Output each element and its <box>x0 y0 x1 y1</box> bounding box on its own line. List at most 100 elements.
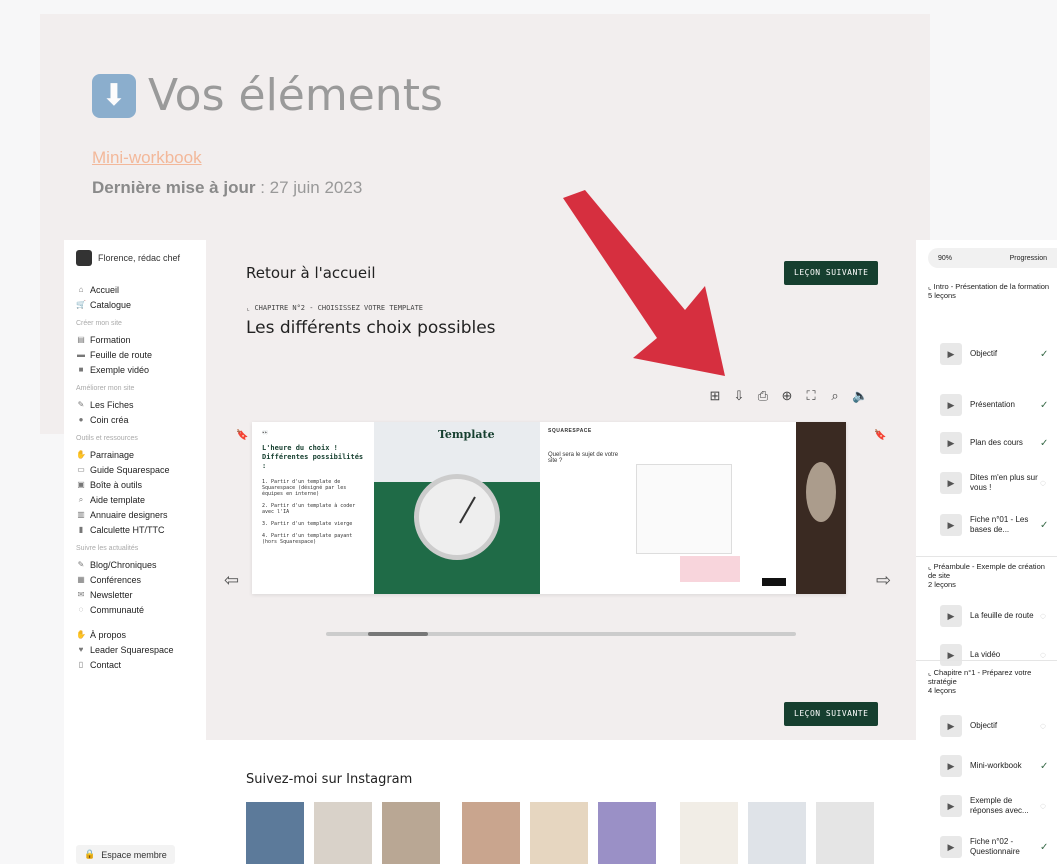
clock-image <box>414 474 500 560</box>
check-icon: ✓ <box>1040 399 1049 411</box>
lesson-item[interactable]: ▶ Fiche n°01 - Les bases de... ✓ <box>916 505 1057 545</box>
play-icon: ▶ <box>940 836 962 858</box>
chapter-header[interactable]: ⌞ Préambule - Exemple de création de sit… <box>928 562 1054 589</box>
instagram-thumbnail[interactable] <box>382 802 440 864</box>
bookmark-left-icon[interactable]: 🔖 <box>236 430 248 441</box>
background-title: ⬇ Vos éléments <box>92 70 443 121</box>
lesson-label: La feuille de route <box>970 611 1034 620</box>
lesson-item[interactable]: ▶ Exemple de réponses avec... ◌ <box>916 786 1057 826</box>
play-icon: ▶ <box>940 715 962 737</box>
lesson-item[interactable]: ▶ Dites m'en plus sur vous ! ◌ <box>916 463 1057 503</box>
print-icon[interactable]: ⎙ <box>756 388 770 404</box>
download-icon[interactable]: ⇩ <box>732 388 746 404</box>
lesson-item[interactable]: ▶ Présentation ✓ <box>916 385 1057 425</box>
lesson-label: Mini-workbook <box>970 761 1022 770</box>
sidebar-item-label: Boîte à outils <box>90 479 143 490</box>
next-page-icon[interactable]: ⇨ <box>876 570 891 591</box>
viewer-scrollbar[interactable] <box>326 632 796 636</box>
sidebar-item[interactable]: ▬ Feuille de route <box>76 347 194 362</box>
lesson-label: Présentation <box>970 400 1015 409</box>
chart-icon: ▮ <box>78 525 84 534</box>
instagram-thumbnail[interactable] <box>530 802 588 864</box>
toolbox-icon: ▣ <box>77 480 85 489</box>
sidebar-item-label: Les Fiches <box>90 399 134 410</box>
sidebar-item[interactable]: ✋ À propos <box>76 627 194 642</box>
sidebar-item[interactable]: ▦ Conférences <box>76 572 194 587</box>
sidebar-item-label: Annuaire designers <box>90 509 168 520</box>
background-title-text: Vos éléments <box>148 70 443 121</box>
sidebar-item[interactable]: 🛒 Catalogue <box>76 297 194 312</box>
sound-icon[interactable]: 🔈 <box>852 388 868 404</box>
instagram-thumbnail[interactable] <box>748 802 806 864</box>
sidebar-item-label: Accueil <box>90 284 120 295</box>
prev-page-icon[interactable]: ⇦ <box>224 570 239 591</box>
sidebar-item[interactable]: ♥ Leader Squarespace <box>76 642 194 657</box>
lesson-label: La vidéo <box>970 650 1001 659</box>
home-icon: ⌂ <box>78 285 84 294</box>
sidebar-item[interactable]: ▤ Formation <box>76 332 194 347</box>
sidebar-item[interactable]: ● Coin créa <box>76 412 194 427</box>
sidebar-section-label: Outils et ressources <box>76 435 138 442</box>
user-profile[interactable]: Florence, rédac chef <box>76 250 194 266</box>
mailbox-icon: ✉ <box>77 590 85 599</box>
check-icon: ✓ <box>1040 519 1049 531</box>
instagram-title: Suivez-moi sur Instagram <box>246 772 413 787</box>
magnifier-icon: ⌕ <box>78 494 84 504</box>
chapter-header[interactable]: ⌞ Intro - Présentation de la formation 5 … <box>928 282 1054 300</box>
sidebar-item[interactable]: ✎ Les Fiches <box>76 397 194 412</box>
lesson-label: Plan des cours <box>970 438 1023 447</box>
flipbook-page-4 <box>796 422 846 594</box>
mini-workbook-link[interactable]: Mini-workbook <box>92 148 202 168</box>
flipbook-viewer[interactable]: 👀 L'heure du choix ! Différentes possibi… <box>252 422 846 594</box>
check-icon: ✓ <box>1040 760 1049 772</box>
instagram-section: Suivez-moi sur Instagram <box>206 740 916 864</box>
course-progress-panel: 90% Progression ⌞ Intro - Présentation d… <box>916 240 1057 864</box>
lesson-item[interactable]: ▶ Objectif ◌ <box>916 706 1057 746</box>
lesson-item[interactable]: ▶ Plan des cours ✓ <box>916 423 1057 463</box>
sidebar-item[interactable]: ■ Exemple vidéo <box>76 362 194 377</box>
grid-icon[interactable]: ⊞ <box>708 388 722 404</box>
instagram-thumbnail[interactable] <box>680 802 738 864</box>
flipbook-page-2: Template <box>374 422 540 594</box>
lesson-item[interactable]: ▶ Objectif ✓ <box>916 334 1057 374</box>
instagram-thumbnail[interactable] <box>462 802 520 864</box>
sidebar-item[interactable]: ✋ Parrainage <box>76 447 194 462</box>
sidebar-item[interactable]: ▯ Contact <box>76 657 194 672</box>
chat-icon: ◌ <box>78 605 84 614</box>
heart-icon: ♥ <box>78 645 84 654</box>
laptop-icon: ▭ <box>77 465 85 474</box>
instagram-thumbnail[interactable] <box>246 802 304 864</box>
lesson-label: Fiche n°01 - Les bases de... <box>970 515 1029 534</box>
lesson-item[interactable]: ▶ Fiche n°02 - Questionnaire ✓ <box>916 827 1057 864</box>
instagram-thumbnail[interactable] <box>314 802 372 864</box>
road-icon: ▬ <box>77 350 85 359</box>
next-lesson-button-bottom[interactable]: LEÇON SUIVANTE <box>784 702 879 726</box>
play-icon: ▶ <box>940 795 962 817</box>
sidebar-item[interactable]: ⌕ Aide template <box>76 492 194 507</box>
lesson-item[interactable]: ▶ La feuille de route ◌ <box>916 596 1057 636</box>
sidebar-item[interactable]: ▣ Boîte à outils <box>76 477 194 492</box>
sidebar-item[interactable]: ✉ Newsletter <box>76 587 194 602</box>
search-icon[interactable]: ⌕ <box>828 388 842 404</box>
sidebar-item[interactable]: ⌂ Accueil <box>76 282 194 297</box>
sidebar-item[interactable]: ▥ Annuaire designers <box>76 507 194 522</box>
chapter-header[interactable]: ⌞ Chapitre n°1 - Préparez votre stratégi… <box>928 668 1054 695</box>
pending-icon: ◌ <box>1040 477 1046 489</box>
zoom-in-icon[interactable]: ⊕ <box>780 388 794 404</box>
lesson-label: Objectif <box>970 349 998 358</box>
sidebar-item[interactable]: ▮ Calculette HT/TTC <box>76 522 194 537</box>
instagram-thumbnail[interactable] <box>598 802 656 864</box>
pencil-icon: ✎ <box>77 560 85 569</box>
bookmark-right-icon[interactable]: 🔖 <box>874 430 886 441</box>
fullscreen-icon[interactable]: ⛶ <box>804 388 818 404</box>
sidebar-item[interactable]: ▭ Guide Squarespace <box>76 462 194 477</box>
check-icon: ✓ <box>1040 437 1049 449</box>
back-home-link[interactable]: Retour à l'accueil <box>246 264 376 282</box>
member-area-button[interactable]: 🔒 Espace membre <box>76 845 175 864</box>
sidebar-item[interactable]: ◌ Communauté <box>76 602 194 617</box>
next-lesson-button[interactable]: LEÇON SUIVANTE <box>784 261 879 285</box>
sidebar-item[interactable]: ✎ Blog/Chroniques <box>76 557 194 572</box>
instagram-thumbnail[interactable] <box>816 802 874 864</box>
lesson-item[interactable]: ▶ Mini-workbook ✓ <box>916 746 1057 786</box>
handshake-icon: ✋ <box>76 450 86 459</box>
